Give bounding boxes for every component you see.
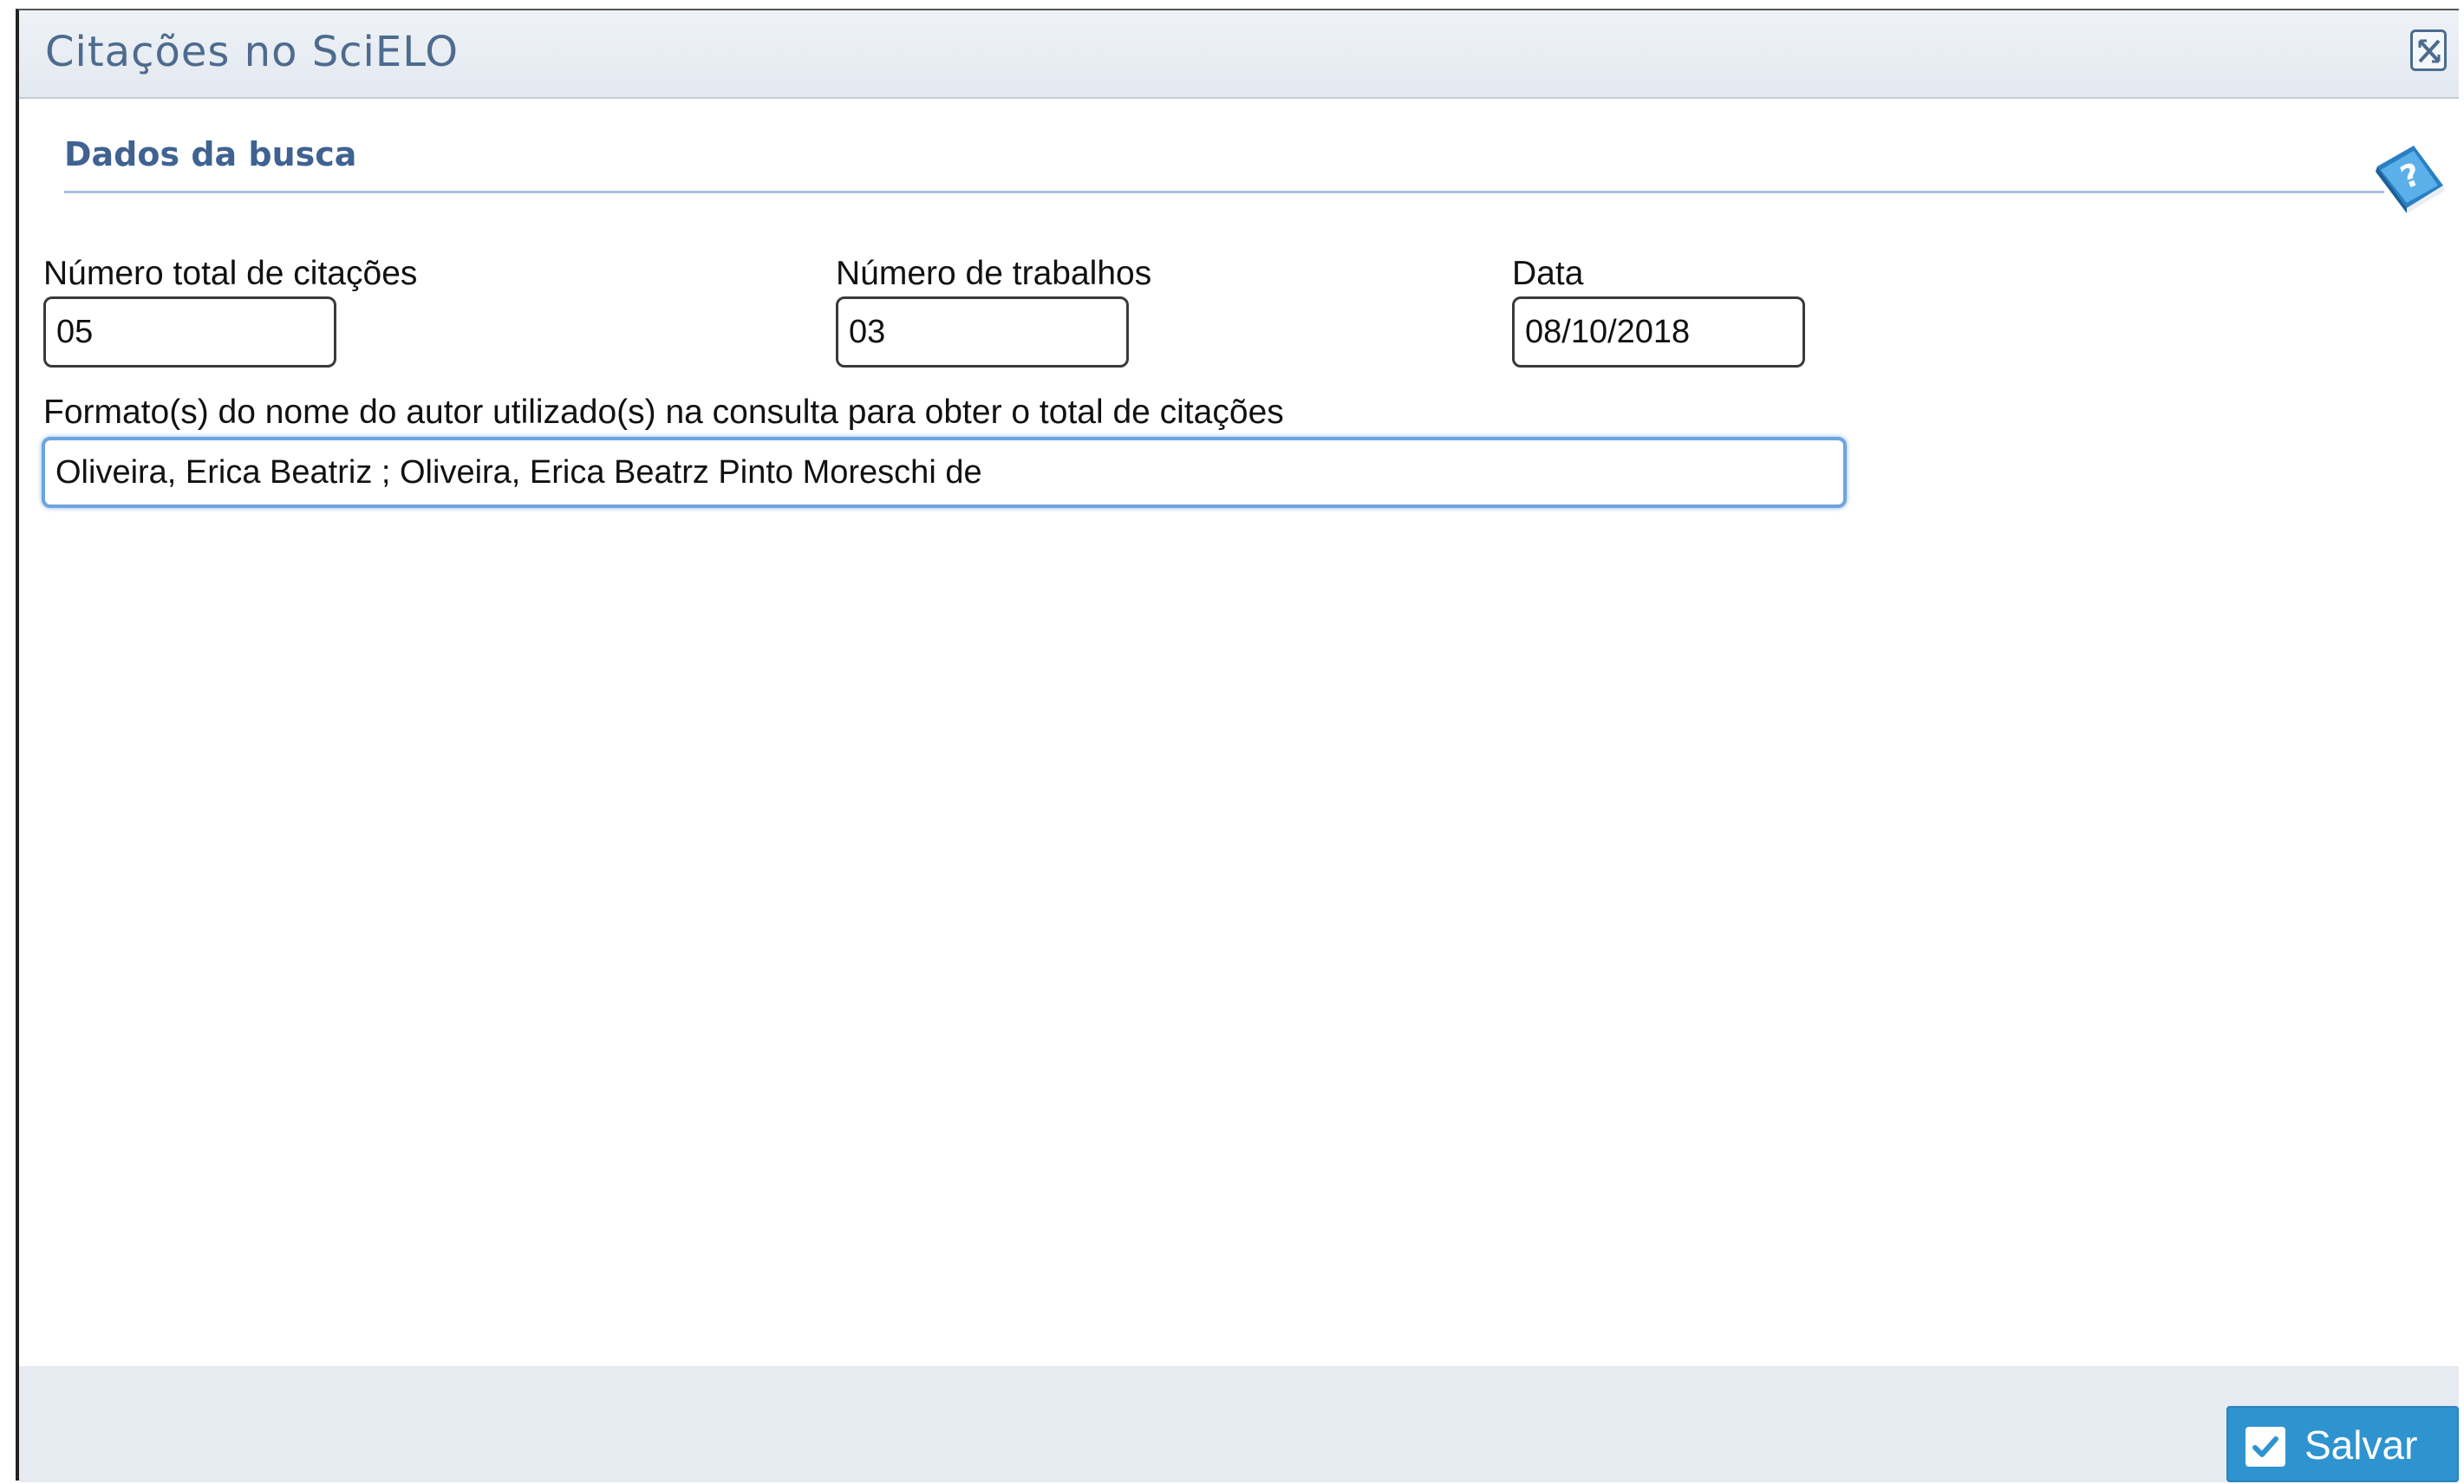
help-book-icon[interactable]: ?: [2369, 137, 2448, 217]
save-button[interactable]: Salvar: [2226, 1406, 2459, 1482]
data-input[interactable]: [1512, 296, 1805, 368]
numero-trabalhos-input[interactable]: [836, 296, 1129, 368]
dialog-titlebar: Citações no SciELO: [19, 10, 2459, 99]
save-button-label: Salvar: [2304, 1422, 2418, 1468]
close-icon: [2418, 39, 2441, 63]
total-citacoes-input[interactable]: [43, 296, 336, 368]
formato-nome-input[interactable]: [42, 437, 1847, 508]
section-divider: [64, 191, 2384, 193]
citacoes-dialog: Citações no SciELO Dados da busca ? Núme…: [16, 9, 2459, 1482]
section-title: Dados da busca: [64, 135, 357, 173]
dialog-footer: Salvar: [19, 1366, 2459, 1482]
check-icon: [2246, 1427, 2285, 1467]
formato-nome-label: Formato(s) do nome do autor utilizado(s)…: [43, 394, 1284, 431]
total-citacoes-label: Número total de citações: [43, 255, 418, 292]
data-label: Data: [1512, 255, 1584, 292]
close-button[interactable]: [2410, 29, 2447, 71]
dialog-content: Dados da busca ? Número total de citaçõe…: [19, 99, 2459, 1366]
dialog-title: Citações no SciELO: [45, 28, 460, 76]
numero-trabalhos-label: Número de trabalhos: [836, 255, 1152, 292]
